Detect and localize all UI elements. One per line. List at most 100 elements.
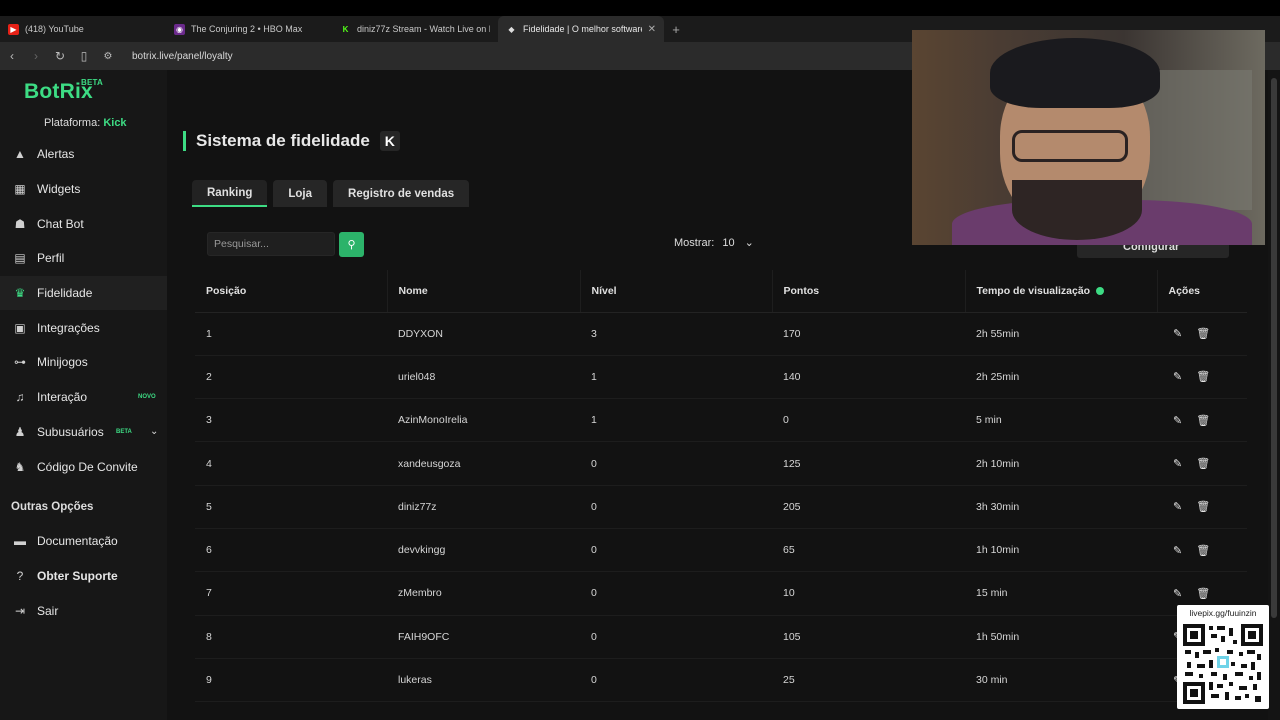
webcam-person-glasses (1012, 130, 1128, 162)
sidebar-item-label: Sair (37, 603, 59, 618)
table-row: 3 AzinMonoIrelia 1 0 5 min ✎ 🗑 (195, 398, 1247, 443)
invite-icon: ♞ (14, 459, 26, 474)
trash-icon[interactable]: 🗑 (1196, 500, 1210, 513)
trophy-icon: ♛ (14, 286, 26, 301)
brand-logo[interactable]: BotRix BETA (24, 78, 103, 104)
sidebar-item-codigo-convite[interactable]: ♞ Código De Convite (0, 449, 167, 484)
edit-icon[interactable]: ✎ (1173, 370, 1182, 383)
sidebar-item-subusuarios[interactable]: ♟ Subusuários BETA ⌄ (0, 415, 167, 450)
search-bar: ⚲ (207, 232, 364, 257)
forward-icon[interactable]: › (30, 49, 42, 63)
info-icon[interactable] (1096, 286, 1105, 295)
chevron-down-icon[interactable]: ⌄ (150, 426, 158, 437)
page-scrollbar[interactable] (1268, 70, 1280, 720)
sidebar-item-minijogos[interactable]: ⊶ Minijogos (0, 345, 167, 380)
back-icon[interactable]: ‹ (6, 49, 18, 63)
cell-nome: AzinMonoIrelia (387, 398, 580, 443)
tab-title: (418) YouTube (25, 24, 84, 34)
hbo-icon: ◉ (174, 23, 185, 35)
cell-tempo: 2h 55min (965, 312, 1157, 356)
column-header-nivel[interactable]: Nível (580, 270, 773, 313)
cell-nivel: 0 (580, 528, 772, 573)
bookmark-icon[interactable]: ▯ (78, 49, 90, 63)
table-row: 1 DDYXON 3 170 2h 55min ✎ 🗑 (195, 312, 1247, 356)
cell-nome: FAIH9OFC (387, 615, 580, 659)
table-row: 7 zMembro 0 10 15 min ✎ 🗑 (195, 571, 1247, 616)
sidebar-item-obter-suporte[interactable]: ? Obter Suporte (0, 559, 167, 594)
sidebar-item-sair[interactable]: ⇥ Sair (0, 593, 167, 628)
scrollbar-thumb[interactable] (1271, 78, 1277, 618)
cell-acoes: ✎🗑 (1157, 312, 1247, 356)
search-input[interactable] (207, 232, 335, 256)
browser-tab-youtube[interactable]: ▶ (418) YouTube (0, 16, 166, 42)
page-size-control: Mostrar: 10 ⌄ (674, 236, 754, 250)
sidebar-item-label: Obter Suporte (37, 569, 118, 584)
edit-icon[interactable]: ✎ (1173, 587, 1182, 600)
cell-nome: uriel048 (387, 355, 580, 400)
sidebar-item-label: Widgets (37, 182, 81, 197)
sidebar-item-integracoes[interactable]: ▣ Integrações (0, 310, 167, 345)
cell-nome: devvkingg (387, 528, 580, 573)
kick-icon: K (340, 23, 351, 35)
sidebar-item-widgets[interactable]: ▦ Widgets (0, 172, 167, 207)
new-tab-button[interactable]: + (664, 16, 688, 42)
trash-icon[interactable]: 🗑 (1196, 587, 1210, 600)
edit-icon[interactable]: ✎ (1173, 414, 1182, 427)
edit-icon[interactable]: ✎ (1173, 327, 1182, 340)
table-row: 9lukeras02530 min✎🗑 (195, 658, 1247, 703)
column-header-tempo[interactable]: Tempo de visualização (965, 270, 1158, 313)
logout-icon: ⇥ (14, 603, 26, 618)
trash-icon[interactable]: 🗑 (1196, 457, 1210, 470)
sidebar-item-interacao[interactable]: ♫ Interação NOVO (0, 380, 167, 415)
url-field[interactable]: botrix.live/panel/loyalty (132, 51, 233, 62)
new-badge: NOVO (138, 394, 156, 401)
sidebar-item-label: Perfil (37, 251, 65, 266)
tab-ranking[interactable]: Ranking (192, 180, 268, 207)
sidebar-item-label: Subusuários (37, 424, 104, 439)
qr-code-icon (1183, 624, 1263, 704)
show-label: Mostrar: (674, 236, 715, 249)
cell-nome: diniz77z (387, 485, 580, 529)
edit-icon[interactable]: ✎ (1173, 457, 1182, 470)
table-row: 2 uriel048 1 140 2h 25min ✎ 🗑 (195, 355, 1247, 400)
browser-tab-hbo[interactable]: ◉ The Conjuring 2 • HBO Max (166, 16, 332, 42)
sidebar-item-label: Chat Bot (37, 216, 84, 231)
loyalty-tabs: Ranking Loja Registro de vendas (192, 180, 470, 207)
column-header-posicao[interactable]: Posição (195, 270, 388, 313)
edit-icon[interactable]: ✎ (1173, 544, 1182, 557)
edit-icon[interactable]: ✎ (1173, 500, 1182, 513)
cell-posicao: 1 (195, 312, 387, 356)
alert-icon: ▲ (14, 147, 26, 162)
cell-nivel: 0 (580, 441, 772, 486)
sidebar-item-alertas[interactable]: ▲ Alertas (0, 137, 167, 172)
cell-pontos: 170 (772, 312, 965, 356)
browser-tab-botrix[interactable]: ◆ Fidelidade | O melhor software p ✕ (498, 16, 664, 42)
close-tab-icon[interactable]: ✕ (648, 24, 656, 35)
sidebar-item-fidelidade[interactable]: ♛ Fidelidade (0, 275, 167, 311)
trash-icon[interactable]: 🗑 (1196, 370, 1210, 383)
cell-nivel: 1 (580, 355, 772, 400)
browser-tab-kick[interactable]: K diniz77z Stream - Watch Live on Kick (332, 16, 498, 42)
cell-nome: zMembro (387, 571, 580, 616)
webcam-person-headset (990, 38, 1160, 108)
sidebar-item-label: Código De Convite (37, 459, 138, 474)
page-size-select[interactable]: 10 ⌄ (722, 236, 753, 250)
sidebar-item-perfil[interactable]: ▤ Perfil (0, 241, 167, 276)
cell-posicao: 2 (195, 355, 387, 400)
reload-icon[interactable]: ↻ (54, 49, 66, 63)
other-options-menu: ▬ Documentação ? Obter Suporte ⇥ Sair (0, 524, 167, 628)
sidebar-item-chat-bot[interactable]: ☗ Chat Bot (0, 206, 167, 241)
search-button[interactable]: ⚲ (339, 232, 364, 257)
tab-loja[interactable]: Loja (273, 180, 328, 207)
trash-icon[interactable]: 🗑 (1196, 327, 1210, 340)
column-header-tempo-label: Tempo de visualização (976, 284, 1091, 297)
trash-icon[interactable]: 🗑 (1196, 414, 1210, 427)
tab-registro-vendas[interactable]: Registro de vendas (333, 180, 470, 207)
cell-pontos: 65 (772, 528, 965, 573)
column-header-nome[interactable]: Nome (387, 270, 581, 313)
site-settings-icon[interactable]: ⚙ (102, 51, 114, 62)
sidebar-item-documentacao[interactable]: ▬ Documentação (0, 524, 167, 559)
column-header-pontos[interactable]: Pontos (772, 270, 966, 313)
trash-icon[interactable]: 🗑 (1196, 544, 1210, 557)
cell-tempo: 2h 10min (965, 441, 1157, 486)
